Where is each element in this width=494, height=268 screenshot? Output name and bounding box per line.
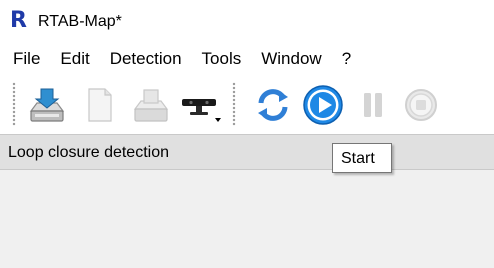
menu-tools[interactable]: Tools	[199, 46, 245, 72]
start-button[interactable]	[300, 82, 346, 128]
new-database-button[interactable]	[76, 82, 122, 128]
toolbar-grip-handle[interactable]	[12, 82, 16, 126]
dock-panel-header[interactable]: Loop closure detection	[0, 134, 494, 170]
menu-bar: File Edit Detection Tools Window ?	[0, 42, 494, 76]
open-database-button[interactable]	[24, 82, 70, 128]
menu-window[interactable]: Window	[258, 46, 324, 72]
source-device-button[interactable]	[178, 82, 224, 128]
panel-title: Loop closure detection	[8, 144, 169, 161]
pause-icon	[364, 93, 382, 117]
stop-button[interactable]	[398, 82, 444, 128]
menu-help[interactable]: ?	[339, 46, 354, 72]
close-database-icon	[133, 89, 169, 122]
dock-panel-body	[0, 170, 494, 268]
pause-button[interactable]	[350, 82, 396, 128]
toolbar-grip-handle[interactable]	[232, 82, 236, 126]
menu-detection[interactable]: Detection	[107, 46, 185, 72]
menu-edit[interactable]: Edit	[57, 46, 92, 72]
stop-icon	[405, 89, 437, 121]
close-database-button[interactable]	[128, 82, 174, 128]
dropdown-arrow-icon	[215, 118, 221, 122]
title-bar: R RTAB-Map*	[0, 0, 494, 42]
menu-file[interactable]: File	[10, 46, 43, 72]
refresh-icon	[258, 89, 288, 121]
start-tooltip: Start	[332, 143, 392, 173]
refresh-button[interactable]	[250, 82, 296, 128]
app-logo-icon: R	[10, 8, 27, 33]
toolbar	[0, 76, 494, 134]
play-icon	[303, 85, 343, 125]
window-title: RTAB-Map*	[38, 13, 122, 30]
new-document-icon	[88, 88, 112, 122]
open-database-icon	[29, 88, 65, 122]
camera-sensor-icon	[182, 99, 221, 122]
tooltip-text: Start	[341, 150, 375, 167]
